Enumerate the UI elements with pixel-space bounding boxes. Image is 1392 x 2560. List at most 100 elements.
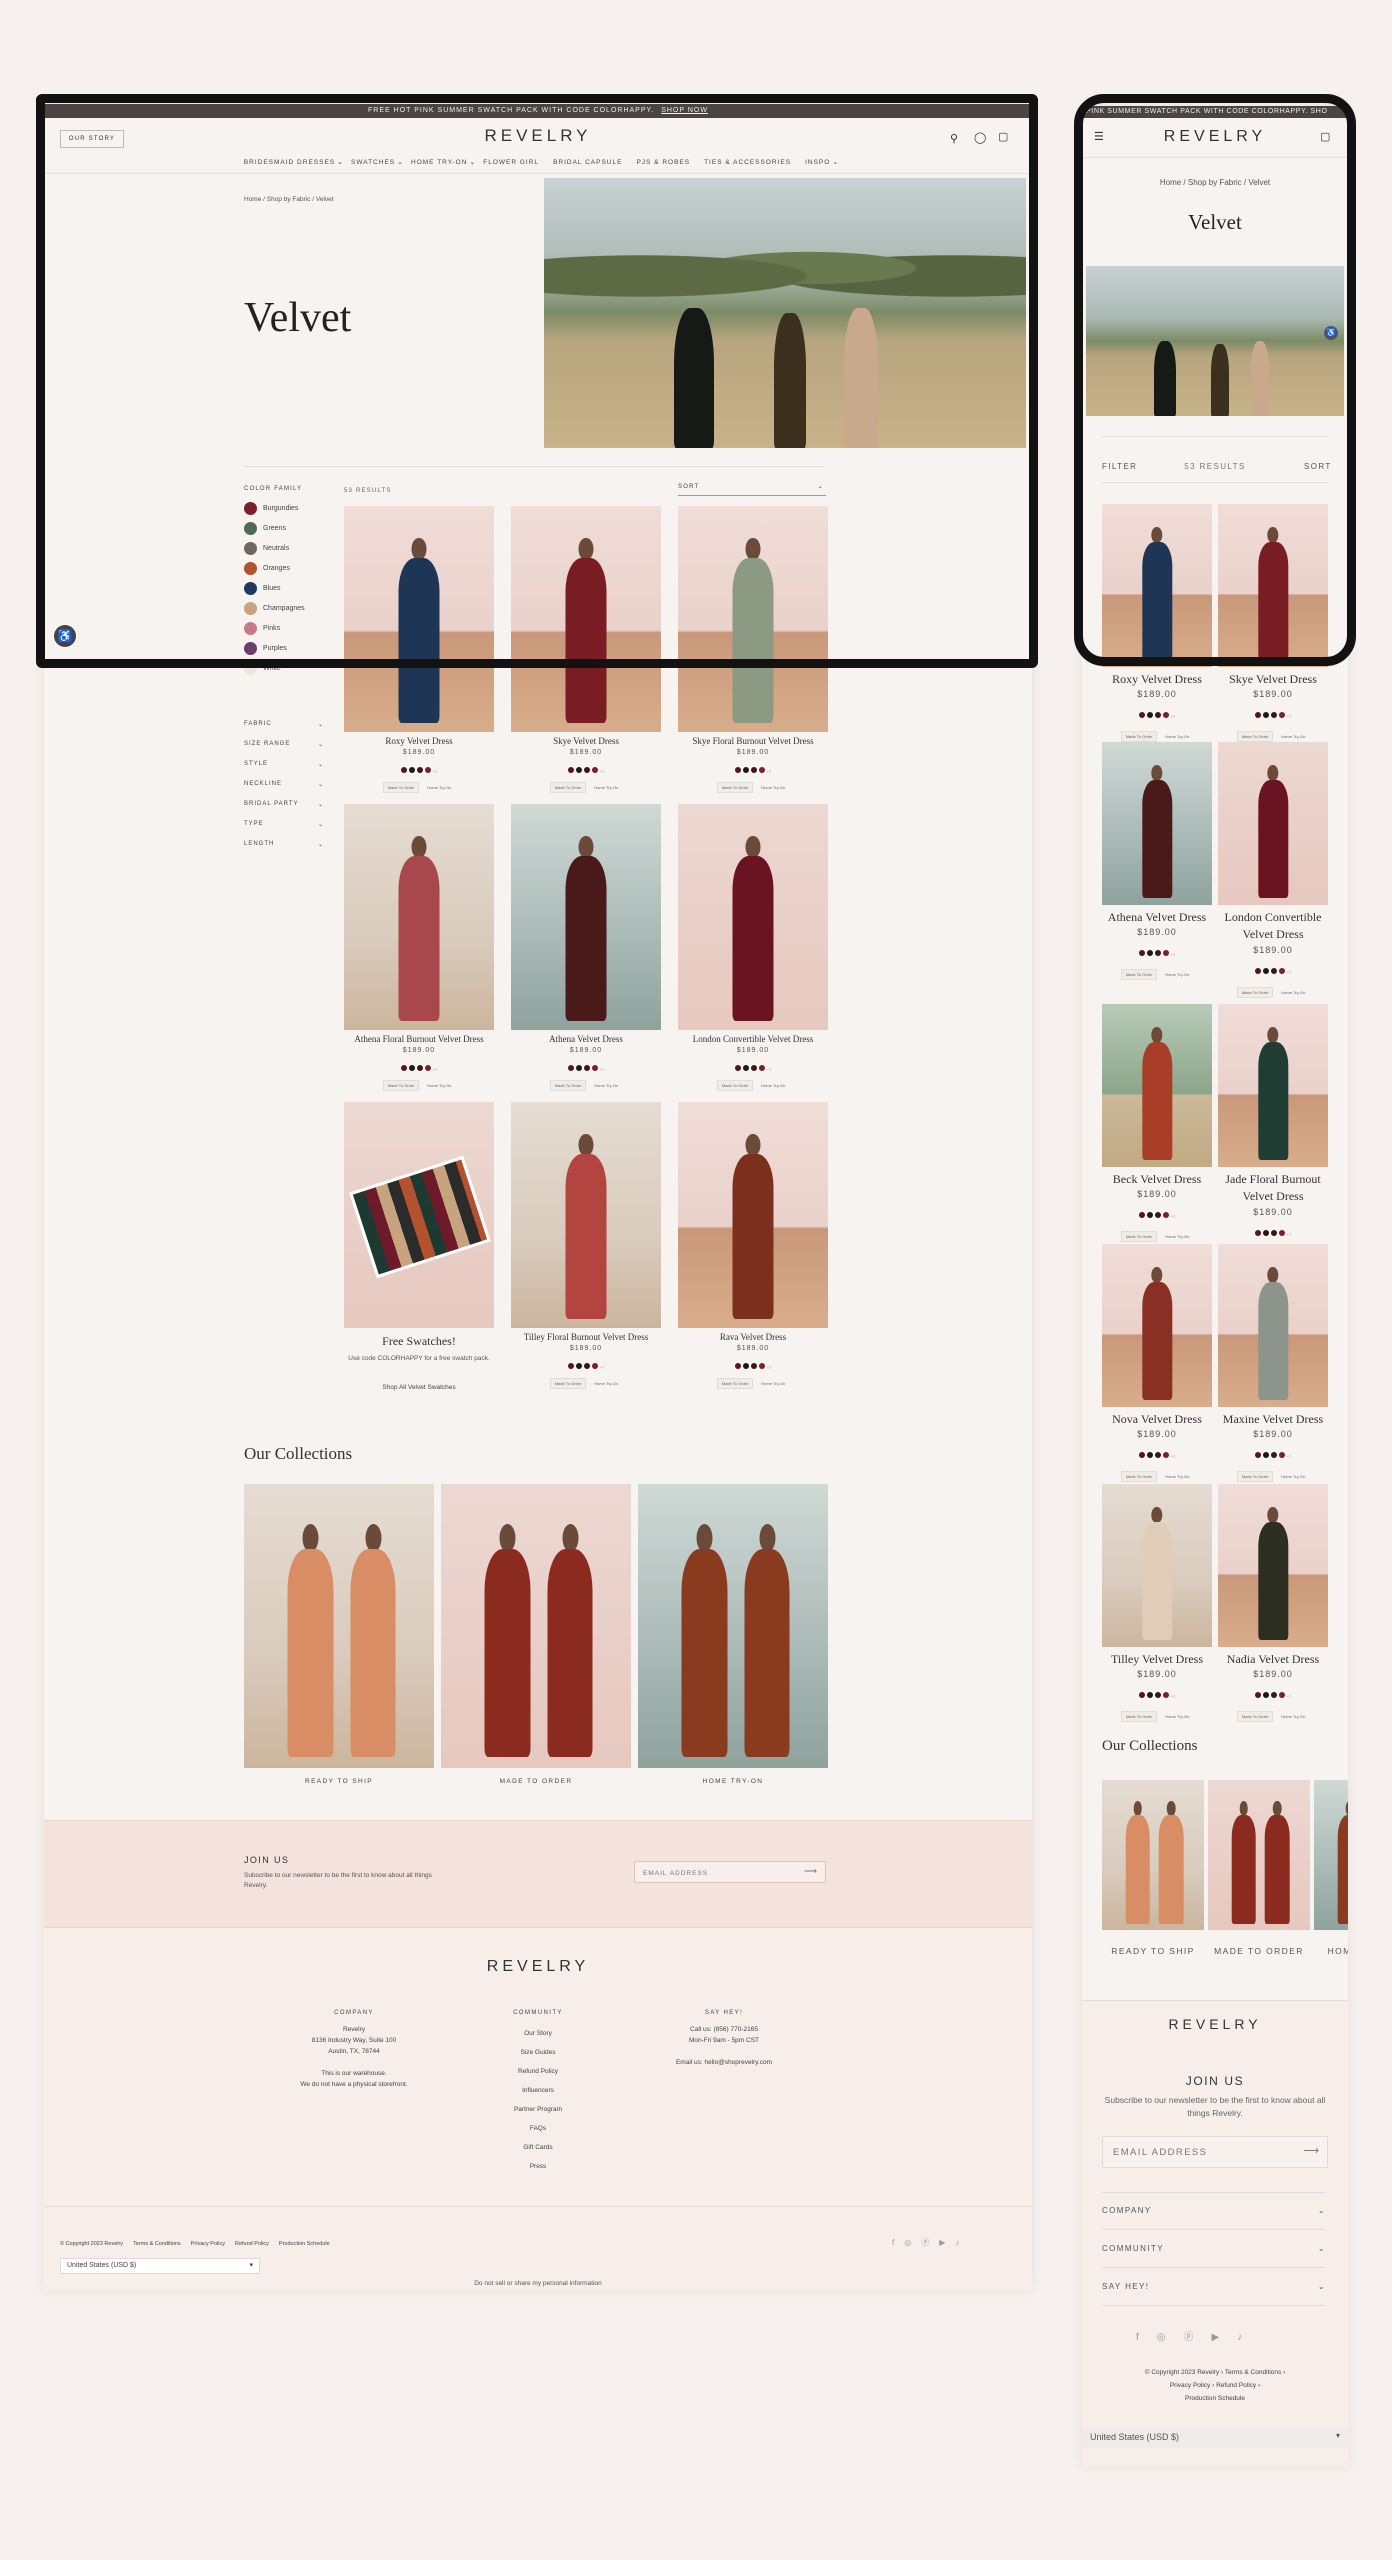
color-dot[interactable] bbox=[750, 767, 757, 773]
product-name[interactable]: Rava Velvet Dress bbox=[678, 1332, 828, 1342]
tiktok-icon[interactable]: ♪ bbox=[955, 2238, 969, 2247]
color-family-5[interactable]: Champagnes bbox=[244, 598, 344, 618]
footer-bottom-link[interactable]: Privacy Policy bbox=[191, 2241, 225, 2247]
color-dot[interactable] bbox=[1262, 712, 1269, 718]
color-dot[interactable] bbox=[583, 767, 590, 773]
collection-tile[interactable]: HOME TRY-ON bbox=[638, 1484, 828, 1788]
product-name[interactable]: Athena Floral Burnout Velvet Dress bbox=[344, 1034, 494, 1044]
product-name[interactable]: Athena Velvet Dress bbox=[1102, 909, 1212, 926]
currency-select[interactable]: United States (USD $) ▾ bbox=[60, 2258, 260, 2274]
mobile-product-card[interactable]: London Convertible Velvet Dress $189.00 +7… bbox=[1218, 742, 1328, 998]
footer-bottom-link[interactable]: Production Schedule bbox=[279, 2241, 330, 2247]
collection-image[interactable] bbox=[244, 1484, 434, 1768]
color-dot[interactable] bbox=[400, 767, 407, 773]
sort-dropdown[interactable]: SORT ⌄ bbox=[678, 484, 826, 496]
product-card[interactable]: Skye Velvet Dress $189.00 +7 Made To Order H… bbox=[511, 506, 661, 796]
color-dot[interactable] bbox=[575, 1065, 582, 1071]
nav-item-4[interactable]: BRIDAL CAPSULE bbox=[553, 159, 622, 166]
color-dot[interactable] bbox=[1138, 1452, 1145, 1458]
mobile-product-card[interactable]: Nova Velvet Dress $189.00 +7 Made To Order H… bbox=[1102, 1244, 1212, 1484]
dnsmpi-link[interactable]: Do not sell or share my personal informa… bbox=[44, 2280, 1032, 2287]
product-image[interactable] bbox=[678, 1102, 828, 1328]
mobile-product-card[interactable]: Tilley Velvet Dress $189.00 +7 Made To Orde… bbox=[1102, 1484, 1212, 1724]
mobile-collection-tile[interactable]: MADE TO ORDER bbox=[1208, 1780, 1310, 1970]
product-card[interactable]: Athena Floral Burnout Velvet Dress $189.0… bbox=[344, 804, 494, 1094]
color-dot[interactable] bbox=[758, 767, 765, 773]
mobile-currency-select[interactable]: United States (USD $) ▾ bbox=[1082, 2428, 1348, 2448]
mobile-email-input[interactable] bbox=[1103, 2137, 1293, 2167]
facebook-icon[interactable]: f bbox=[892, 2238, 904, 2247]
color-dot[interactable] bbox=[734, 1065, 741, 1071]
color-dot[interactable] bbox=[591, 1065, 598, 1071]
email-field[interactable]: ⟶ bbox=[634, 1861, 826, 1884]
nav-item-5[interactable]: PJS & ROBES bbox=[636, 159, 690, 166]
color-dot[interactable] bbox=[1270, 712, 1277, 718]
mobile-product-card[interactable]: Nadia Velvet Dress $189.00 +7 Made To Order… bbox=[1218, 1484, 1328, 1724]
color-dot[interactable] bbox=[1262, 1230, 1269, 1236]
color-dot[interactable] bbox=[1162, 1212, 1169, 1218]
search-icon[interactable]: ⚲ bbox=[950, 132, 958, 145]
product-name[interactable]: Skye Velvet Dress bbox=[511, 736, 661, 746]
color-dot[interactable] bbox=[424, 1065, 431, 1071]
shop-swatches-link[interactable]: Shop All Velvet Swatches bbox=[344, 1384, 494, 1391]
color-dot[interactable] bbox=[1162, 1692, 1169, 1698]
color-dot[interactable] bbox=[1270, 1692, 1277, 1698]
collection-image[interactable] bbox=[441, 1484, 631, 1768]
mobile-email-field[interactable]: ⟶ bbox=[1102, 2136, 1328, 2168]
color-dot[interactable] bbox=[1278, 1692, 1285, 1698]
color-dot[interactable] bbox=[591, 1363, 598, 1369]
nav-item-3[interactable]: FLOWER GIRL bbox=[483, 159, 539, 166]
color-dot[interactable] bbox=[591, 767, 598, 773]
color-dot[interactable] bbox=[567, 1363, 574, 1369]
facet-4[interactable]: BRIDAL PARTY ⌄ bbox=[244, 794, 324, 814]
footer-link[interactable]: FAQs bbox=[458, 2119, 618, 2138]
nav-item-6[interactable]: TIES & ACCESSORIES bbox=[704, 159, 791, 166]
color-dot[interactable] bbox=[742, 767, 749, 773]
collection-label[interactable]: HOME TRY-ON bbox=[1314, 1946, 1348, 1956]
pinterest-icon[interactable]: ⓟ bbox=[1184, 2332, 1212, 2343]
footer-link[interactable]: Our Story bbox=[458, 2024, 618, 2043]
color-dot[interactable] bbox=[1146, 950, 1153, 956]
mobile-accordion-2[interactable]: SAY HEY! ⌄ bbox=[1102, 2268, 1326, 2306]
color-dot[interactable] bbox=[1138, 1212, 1145, 1218]
product-name[interactable]: Tilley Floral Burnout Velvet Dress bbox=[511, 1332, 661, 1342]
cart-icon[interactable]: ▢ bbox=[998, 130, 1008, 143]
color-family-7[interactable]: Purples bbox=[244, 638, 344, 658]
color-dot[interactable] bbox=[1154, 1452, 1161, 1458]
color-family-3[interactable]: Oranges bbox=[244, 558, 344, 578]
instagram-icon[interactable]: ◎ bbox=[904, 2238, 921, 2247]
color-family-1[interactable]: Greens bbox=[244, 518, 344, 538]
account-icon[interactable]: ◯ bbox=[974, 131, 986, 144]
collection-image[interactable] bbox=[1208, 1780, 1310, 1930]
color-dot[interactable] bbox=[750, 1065, 757, 1071]
tiktok-icon[interactable]: ♪ bbox=[1237, 2332, 1260, 2343]
color-dot[interactable] bbox=[424, 767, 431, 773]
footer-logo[interactable]: REVELRY bbox=[44, 1958, 1032, 1976]
color-dot[interactable] bbox=[1254, 1692, 1261, 1698]
product-image[interactable] bbox=[1218, 742, 1328, 905]
nav-item-7[interactable]: INSPO bbox=[805, 159, 830, 166]
mobile-collection-tile[interactable]: READY TO SHIP bbox=[1102, 1780, 1204, 1970]
product-image[interactable] bbox=[1218, 1244, 1328, 1407]
collection-label[interactable]: READY TO SHIP bbox=[244, 1778, 434, 1785]
footer-link[interactable]: Partner Program bbox=[458, 2100, 618, 2119]
mobile-accordion-0[interactable]: COMPANY ⌄ bbox=[1102, 2192, 1326, 2230]
youtube-icon[interactable]: ▶ bbox=[1212, 2332, 1238, 2343]
product-image[interactable] bbox=[511, 506, 661, 732]
product-image[interactable] bbox=[1218, 1484, 1328, 1647]
color-dot[interactable] bbox=[1146, 712, 1153, 718]
color-family-6[interactable]: Pinks bbox=[244, 618, 344, 638]
product-image[interactable] bbox=[511, 804, 661, 1030]
breadcrumb[interactable]: Home / Shop by Fabric / Velvet bbox=[244, 196, 334, 203]
mobile-footer-logo[interactable]: REVELRY bbox=[1082, 2016, 1348, 2032]
facet-6[interactable]: LENGTH ⌄ bbox=[244, 834, 324, 854]
color-dot[interactable] bbox=[1262, 968, 1269, 974]
color-dot[interactable] bbox=[1262, 1692, 1269, 1698]
color-dot[interactable] bbox=[575, 1363, 582, 1369]
color-dot[interactable] bbox=[1154, 950, 1161, 956]
mobile-product-card[interactable]: Skye Velvet Dress $189.00 +7 Made To Order H… bbox=[1218, 504, 1328, 744]
collection-image[interactable] bbox=[1314, 1780, 1348, 1930]
color-dot[interactable] bbox=[1270, 1452, 1277, 1458]
collection-tile[interactable]: MADE TO ORDER bbox=[441, 1484, 631, 1788]
footer-link[interactable]: Refund Policy bbox=[458, 2062, 618, 2081]
